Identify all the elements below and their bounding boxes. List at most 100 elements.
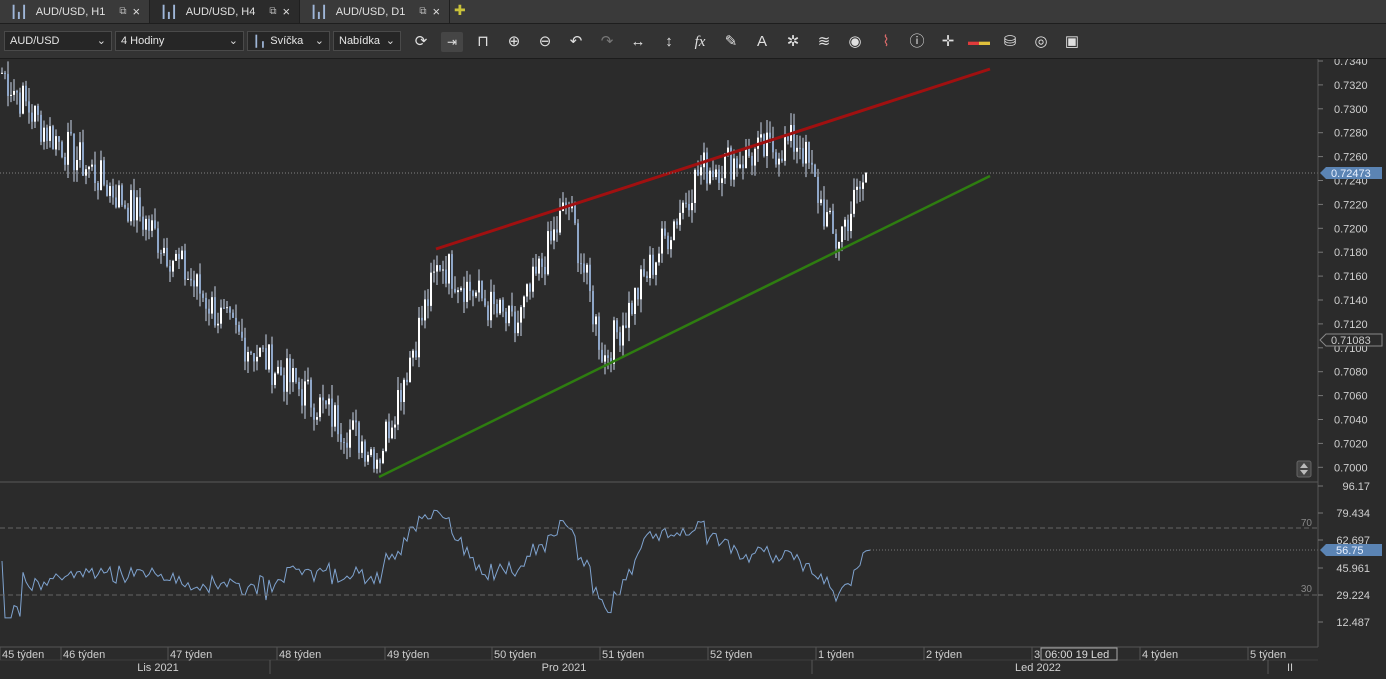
candle-body [466, 281, 468, 302]
auto-scroll-icon[interactable]: ⇥ [441, 32, 463, 52]
scale-adjust-icon[interactable] [1296, 460, 1312, 478]
lock-icon[interactable]: ⊓ [472, 32, 494, 52]
redo-icon[interactable]: ↷ [596, 32, 618, 52]
tab-bar: ┃╻┃ AUD/USD, H1 ⧉ × ┃╻┃ AUD/USD, H4 ⧉ × … [0, 0, 1386, 24]
candle-body [85, 169, 87, 176]
pencil-icon[interactable]: ✎ [720, 32, 742, 52]
popout-icon[interactable]: ⧉ [119, 6, 126, 17]
candle-body [739, 164, 741, 168]
color-bar-icon[interactable]: ▬▬ [968, 32, 990, 52]
candle-body [196, 274, 198, 287]
rsi-level-70-label: 70 [1301, 518, 1313, 529]
candle-body [511, 305, 513, 312]
candle-body [82, 142, 84, 176]
rsi-tick-label: 96.17 [1342, 481, 1370, 493]
candle-body [469, 281, 471, 292]
undo-icon[interactable]: ↶ [565, 32, 587, 52]
candle-body [700, 167, 702, 176]
chart-type-select[interactable]: ┃╻ Svíčka ⌄ [247, 31, 330, 51]
popout-icon[interactable]: ⧉ [419, 6, 426, 17]
chart-settings-icon[interactable]: ⌇ [875, 32, 897, 52]
eye-icon[interactable]: ◉ [844, 32, 866, 52]
candle-body [619, 332, 621, 346]
candle-body [736, 158, 738, 168]
candle-body [70, 131, 72, 134]
close-icon[interactable]: × [283, 4, 291, 19]
reset-icon[interactable]: ◎ [1030, 32, 1052, 52]
candle-body [865, 172, 867, 183]
candle-body [721, 178, 723, 183]
price-tick-label: 0.7140 [1334, 295, 1368, 307]
candle-body [625, 325, 627, 328]
crosshair-star-icon[interactable]: ✲ [782, 32, 804, 52]
candle-body [589, 264, 591, 292]
candle-body [415, 350, 417, 358]
zoom-in-icon[interactable]: ⊕ [503, 32, 525, 52]
candle-body [628, 302, 630, 328]
tab-aud-usd-h1[interactable]: ┃╻┃ AUD/USD, H1 ⧉ × [0, 0, 150, 23]
candle-body [223, 307, 225, 309]
add-chart-icon[interactable]: ✚ [454, 2, 466, 19]
candle-body [547, 231, 549, 275]
candle-body [127, 207, 129, 222]
text-icon[interactable]: A [751, 32, 773, 52]
candle-body [478, 280, 480, 293]
tab-label: AUD/USD, D1 [335, 5, 406, 18]
tab-aud-usd-d1[interactable]: ┃╻┃ AUD/USD, D1 ⧉ × [300, 0, 450, 23]
candle-body [556, 229, 558, 233]
refresh-icon[interactable]: ⟳ [410, 32, 432, 52]
candle-body [673, 221, 675, 241]
candle-body [538, 258, 540, 274]
close-icon[interactable]: × [433, 4, 441, 19]
candle-body [1, 72, 3, 74]
candle-body [322, 397, 324, 401]
candle-body [247, 352, 249, 362]
timeframe-select[interactable]: 4 Hodiny ⌄ [115, 31, 244, 51]
toolbar: AUD/USD ⌄ 4 Hodiny ⌄ ┃╻ Svíčka ⌄ Nabídka ⌄ ⟳ … [0, 24, 1386, 59]
paint-bucket-icon[interactable]: ⛁ [999, 32, 1021, 52]
candle-body [7, 74, 9, 96]
vertical-fit-icon[interactable]: ↕ [658, 32, 680, 52]
candle-body [19, 92, 21, 114]
candle-body [235, 317, 237, 325]
tab-aud-usd-h4[interactable]: ┃╻┃ AUD/USD, H4 ⧉ × [150, 0, 300, 23]
close-icon[interactable]: × [133, 4, 141, 19]
candle-body [808, 141, 810, 163]
price-tick-label: 0.7120 [1334, 319, 1368, 331]
save-icon[interactable]: ▣ [1061, 32, 1083, 52]
candle-body [448, 254, 450, 284]
candle-body [124, 204, 126, 208]
candle-body [100, 160, 102, 191]
chart-canvas[interactable]: 70 30 0.7340 0.7320 0.7300 0.7280 0.7260 0.72… [0, 56, 1386, 674]
candle-body [460, 288, 462, 291]
chart-area[interactable]: 70 30 0.7340 0.7320 0.7300 0.7280 0.7260 0.72… [0, 56, 1386, 674]
indicator-fx-icon[interactable]: fx [689, 32, 711, 52]
zoom-out-icon[interactable]: ⊖ [534, 32, 556, 52]
candle-body [670, 240, 672, 250]
candle-body [577, 223, 579, 264]
candle-body [31, 112, 33, 122]
candle-body [616, 320, 618, 333]
current-price-label: 0.72473 [1331, 168, 1371, 180]
candle-body [631, 302, 633, 315]
symbol-select[interactable]: AUD/USD ⌄ [4, 31, 112, 51]
layers-icon[interactable]: ≋ [813, 32, 835, 52]
info-icon[interactable]: ⓘ [906, 32, 928, 52]
crosshair-icon[interactable]: ✛ [937, 32, 959, 52]
candle-body [763, 134, 765, 157]
candle-body [421, 317, 423, 321]
popout-icon[interactable]: ⧉ [269, 6, 276, 17]
candle-body [655, 262, 657, 275]
candle-body [766, 132, 768, 157]
week-label: 51 týden [602, 649, 644, 661]
price-side-select[interactable]: Nabídka ⌄ [333, 31, 401, 51]
candle-icon: ┃╻┃ [10, 4, 28, 19]
candle-body [493, 291, 495, 305]
horizontal-fit-icon[interactable]: ↔ [627, 32, 649, 52]
candle-body [862, 182, 864, 189]
candle-body [793, 125, 795, 152]
candle-body [313, 407, 315, 420]
candle-body [760, 134, 762, 138]
candle-body [349, 429, 351, 448]
candle-body [592, 291, 594, 325]
